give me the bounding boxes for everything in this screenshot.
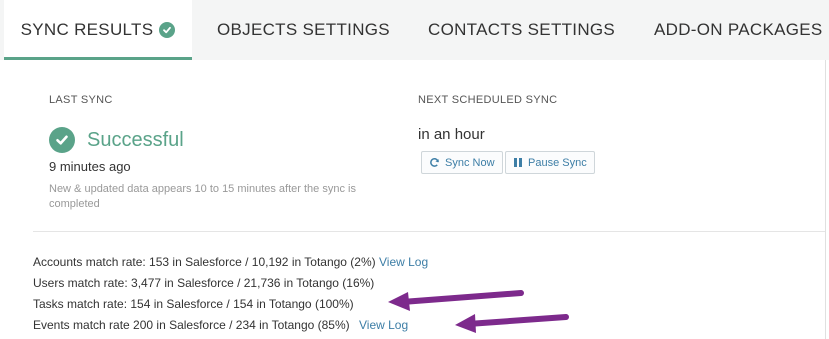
sync-status: Successful bbox=[49, 127, 184, 153]
next-sync-label: Next Scheduled Sync bbox=[418, 94, 558, 106]
last-sync-time: 9 minutes ago bbox=[49, 159, 131, 174]
match-rate-text: Accounts match rate: 153 in Salesforce /… bbox=[33, 255, 376, 269]
view-log-link[interactable]: View Log bbox=[379, 255, 428, 269]
match-rate-text: Events match rate 200 in Salesforce / 23… bbox=[33, 318, 350, 332]
sync-now-label: Sync Now bbox=[445, 156, 495, 169]
match-rate-text: Tasks match rate: 154 in Salesforce / 15… bbox=[33, 297, 354, 311]
tasks-match-rate: Tasks match rate: 154 in Salesforce / 15… bbox=[33, 297, 354, 311]
check-circle-icon bbox=[159, 22, 176, 38]
panel-border bbox=[825, 60, 826, 339]
view-log-link[interactable]: View Log bbox=[359, 318, 408, 332]
pause-sync-label: Pause Sync bbox=[528, 156, 587, 169]
active-tab-indicator bbox=[4, 57, 192, 60]
tab-label: Contacts Settings bbox=[428, 20, 616, 39]
accounts-match-rate: Accounts match rate: 153 in Salesforce /… bbox=[33, 255, 428, 269]
check-circle-icon bbox=[49, 127, 75, 153]
tab-add-on-packages[interactable]: Add-on Packages bbox=[654, 0, 823, 60]
section-divider bbox=[33, 231, 825, 232]
pause-icon bbox=[514, 158, 522, 167]
next-sync-time: in an hour bbox=[418, 126, 485, 143]
annotation-arrow bbox=[455, 314, 569, 333]
events-match-rate: Events match rate 200 in Salesforce / 23… bbox=[33, 318, 408, 332]
users-match-rate: Users match rate: 3,477 in Salesforce / … bbox=[33, 276, 374, 290]
last-sync-label: Last Sync bbox=[49, 94, 113, 106]
annotation-arrow bbox=[388, 290, 524, 311]
tab-contacts-settings[interactable]: Contacts Settings bbox=[428, 0, 615, 60]
tab-sync-results[interactable]: Sync Results bbox=[4, 0, 192, 60]
refresh-icon bbox=[430, 158, 439, 167]
tab-objects-settings[interactable]: Objects Settings bbox=[217, 0, 390, 60]
tab-label: Add-on Packages bbox=[654, 20, 823, 39]
tab-label: Sync Results bbox=[20, 20, 154, 39]
sync-hint: New & updated data appears 10 to 15 minu… bbox=[49, 183, 356, 210]
sync-now-button[interactable]: Sync Now bbox=[421, 151, 503, 174]
tab-bar: Sync Results Objects Settings Contacts S… bbox=[0, 0, 829, 60]
pause-sync-button[interactable]: Pause Sync bbox=[505, 151, 595, 174]
match-rate-text: Users match rate: 3,477 in Salesforce / … bbox=[33, 276, 375, 290]
tab-label: Objects Settings bbox=[217, 20, 390, 39]
sync-status-text: Successful bbox=[87, 128, 184, 151]
